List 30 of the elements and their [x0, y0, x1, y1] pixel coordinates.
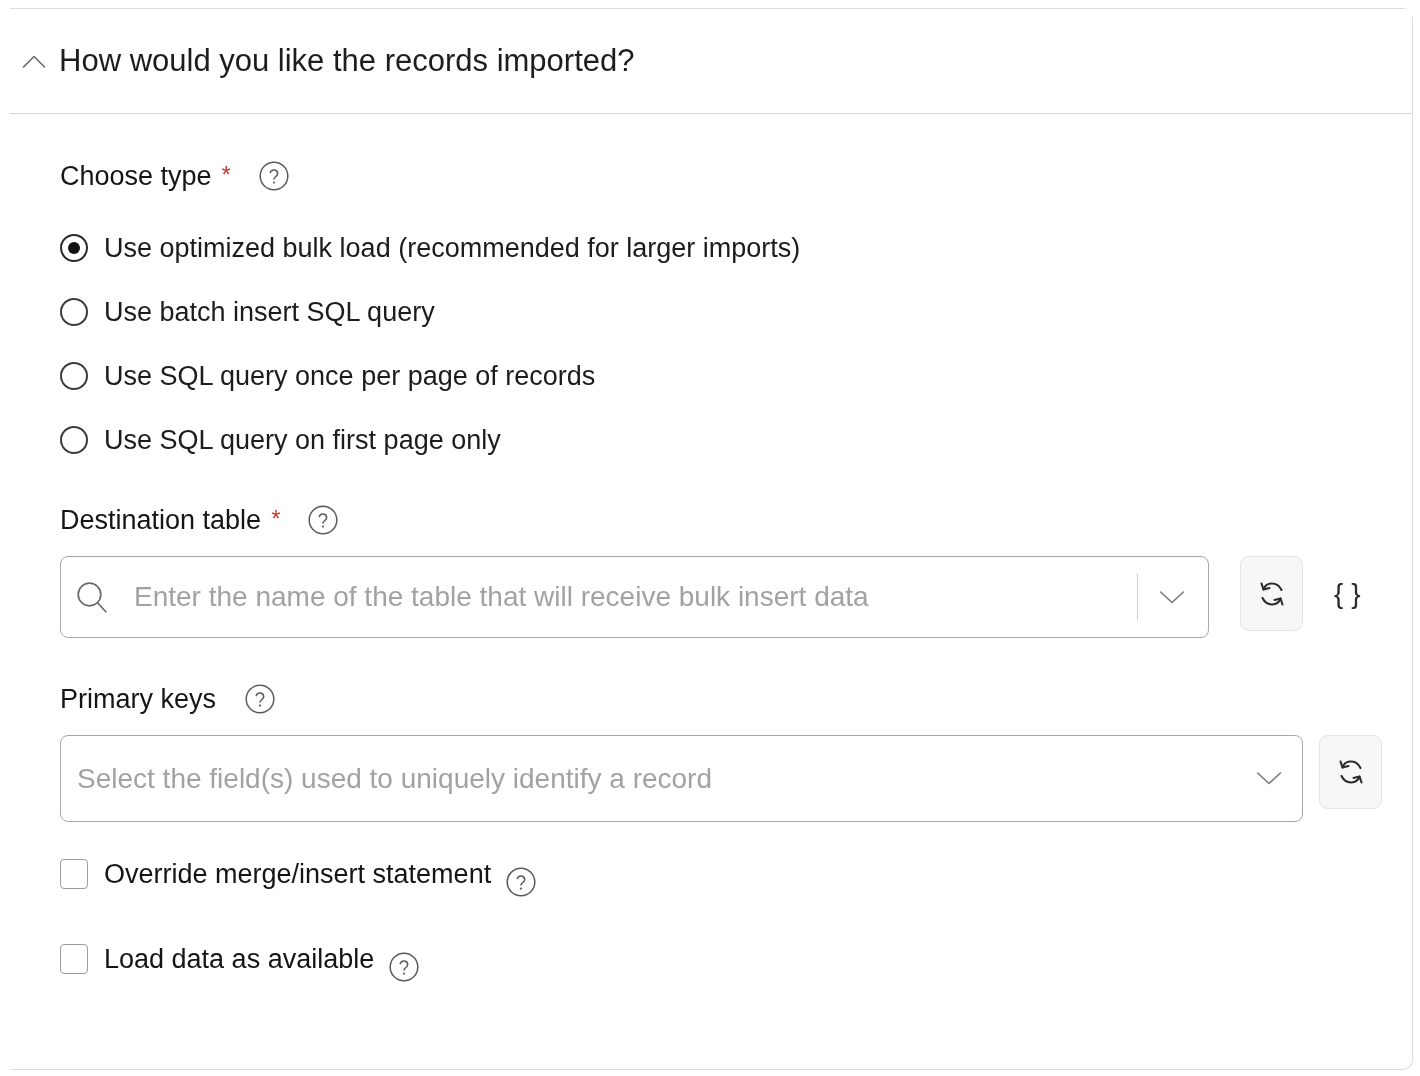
refresh-button[interactable] [1240, 556, 1303, 631]
required-asterisk: * [221, 161, 231, 189]
refresh-icon [1338, 757, 1363, 787]
required-asterisk: * [271, 505, 281, 533]
help-icon[interactable] [506, 867, 537, 897]
radio-label[interactable]: Use SQL query on first page only [104, 424, 501, 456]
field-label: Primary keys [60, 683, 216, 715]
help-icon[interactable] [389, 952, 420, 982]
checkbox-label[interactable]: Load data as available [104, 943, 375, 975]
field-label: Choose type [60, 160, 212, 192]
chevron-up-icon[interactable] [22, 54, 46, 68]
radio-button[interactable] [60, 362, 88, 390]
checkbox[interactable] [60, 944, 88, 974]
chevron-down-icon[interactable] [1159, 590, 1185, 604]
help-icon[interactable] [245, 684, 275, 714]
help-icon[interactable] [308, 505, 339, 535]
accordion-header[interactable]: How would you like the records imported? [10, 9, 1412, 114]
radio-button[interactable] [60, 426, 88, 454]
radio-label[interactable]: Use SQL query once per page of records [104, 360, 596, 392]
chevron-down-icon[interactable] [1256, 772, 1282, 785]
checkbox[interactable] [60, 859, 88, 889]
help-icon[interactable] [258, 161, 289, 191]
radio-button[interactable] [60, 234, 88, 262]
expression-toggle[interactable]: { } [1334, 556, 1382, 631]
refresh-button[interactable] [1319, 735, 1382, 809]
radio-button[interactable] [60, 298, 88, 326]
radio-label[interactable]: Use batch insert SQL query [104, 296, 435, 328]
radio-label[interactable]: Use optimized bulk load (recommended for larger imports) [104, 232, 801, 264]
checkbox-label[interactable]: Override merge/insert statement [104, 858, 492, 890]
field-label: Destination table [60, 504, 262, 536]
